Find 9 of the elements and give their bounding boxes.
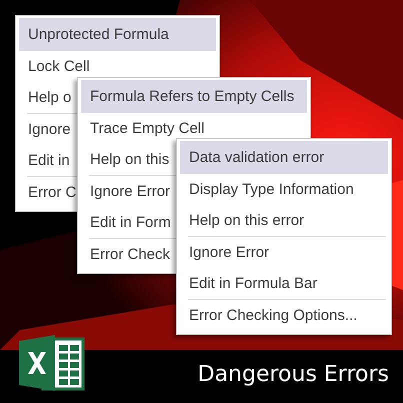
menu-item[interactable]: Display Type Information xyxy=(180,174,388,205)
spreadsheet-logo-icon xyxy=(17,333,87,393)
menu-header: Unprotected Formula xyxy=(19,18,216,51)
menu-header: Formula Refers to Empty Cells xyxy=(81,80,307,113)
menu-item[interactable]: Edit in Formula Bar xyxy=(180,268,388,299)
title-caption: Dangerous Errors xyxy=(198,362,389,387)
menu-item[interactable]: Ignore Error xyxy=(180,237,388,268)
menu-header: Data validation error xyxy=(180,141,388,174)
menu-item[interactable]: Help on this error xyxy=(180,205,388,236)
